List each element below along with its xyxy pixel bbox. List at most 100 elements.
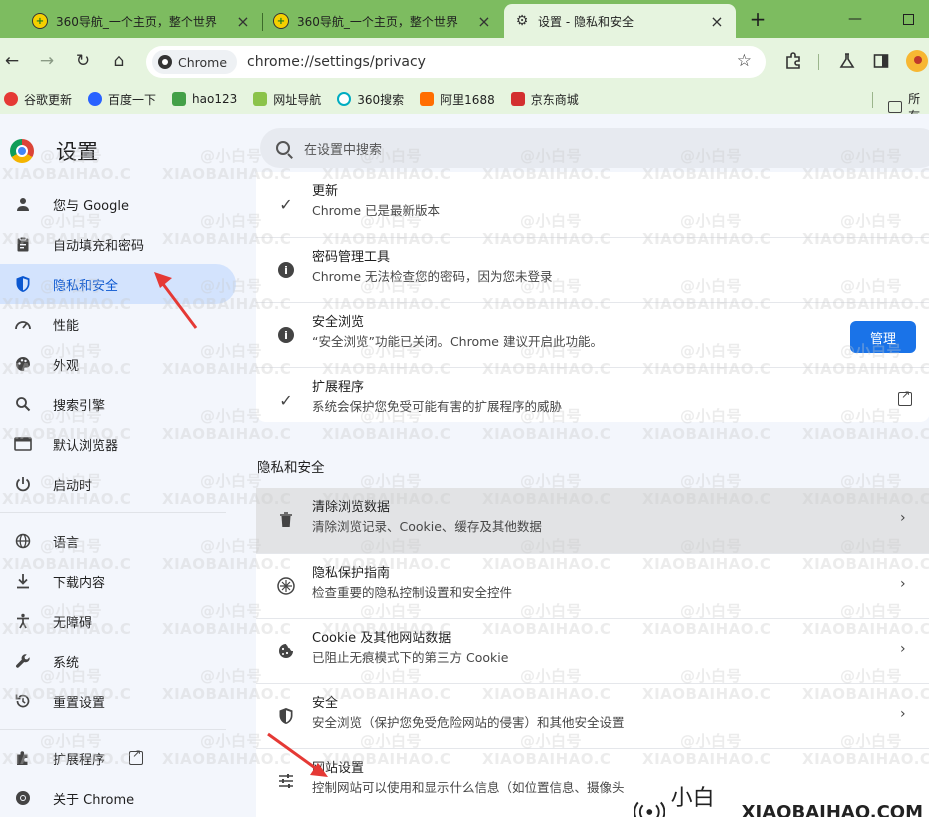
reset-icon (14, 692, 32, 710)
tab-360-1[interactable]: + 360导航_一个主页，整个世界 × (22, 4, 263, 38)
google-update-icon (4, 92, 18, 106)
section-title-privacy: 隐私和安全 (257, 460, 325, 476)
page-title: 设置 (56, 140, 98, 164)
sidebar-item-autofill[interactable]: 自动填充和密码 (0, 224, 236, 264)
privacy-row-cookies[interactable]: Cookie 及其他网站数据 已阻止无痕模式下的第三方 Cookie › (256, 618, 929, 683)
tab-360-2[interactable]: + 360导航_一个主页，整个世界 × (263, 4, 503, 38)
hao123-icon (172, 92, 187, 106)
gauge-icon (14, 315, 32, 333)
reload-icon[interactable]: ↻ (72, 50, 94, 72)
chevron-right-icon: › (900, 510, 906, 526)
sidebar-item-label: 性能 (53, 318, 80, 334)
row-title: 安全浏览 (312, 315, 365, 330)
globe-icon (14, 532, 32, 550)
close-icon[interactable]: × (475, 12, 493, 31)
tab-strip: + 360导航_一个主页，整个世界 × + 360导航_一个主页，整个世界 × … (0, 0, 929, 38)
new-tab-button[interactable]: + (746, 7, 770, 31)
row-title: 隐私保护指南 (312, 566, 391, 581)
safety-row-passwords: i 密码管理工具 Chrome 无法检查您的密码，因为您未登录 (256, 237, 929, 302)
home-icon[interactable]: ⌂ (108, 50, 130, 72)
power-icon (14, 475, 32, 493)
search-icon (276, 141, 290, 155)
safety-row-safe-browsing: i 安全浏览 “安全浏览”功能已关闭。Chrome 建议开启此功能。 管理 (256, 302, 929, 367)
bookmark-item[interactable]: 网址导航 (253, 91, 321, 108)
privacy-row-clear-browsing-data[interactable]: 清除浏览数据 清除浏览记录、Cookie、缓存及其他数据 › (256, 488, 929, 553)
maximize-icon[interactable] (898, 9, 918, 29)
side-panel-icon[interactable] (870, 50, 892, 72)
sidebar-item-accessibility[interactable]: 无障碍 (0, 601, 236, 641)
back-arrow-icon[interactable]: ← (1, 50, 23, 72)
settings-page: 设置 在设置中搜索 您与 Google 自动填充和密码 隐私和安全 性能 外观 … (0, 114, 929, 817)
bookmark-item[interactable]: hao123 (172, 92, 237, 106)
bookmark-item[interactable]: 百度一下 (88, 91, 156, 108)
settings-header: 设置 (10, 136, 98, 166)
sidebar-item-languages[interactable]: 语言 (0, 521, 236, 561)
info-icon: i (276, 325, 296, 345)
sidebar-item-about-chrome[interactable]: 关于 Chrome (0, 778, 236, 817)
row-title: 安全 (312, 696, 339, 711)
sidebar-item-performance[interactable]: 性能 (0, 304, 236, 344)
sidebar-item-downloads[interactable]: 下载内容 (0, 561, 236, 601)
address-bar[interactable]: Chrome chrome://settings/privacy ☆ (146, 46, 766, 78)
download-icon (14, 572, 32, 590)
guide-icon (276, 576, 296, 596)
bookmark-item[interactable]: 阿里1688 (420, 91, 495, 108)
sidebar-item-extensions[interactable]: 扩展程序 (0, 738, 236, 778)
sidebar-item-system[interactable]: 系统 (0, 641, 236, 681)
sidebar-item-label: 您与 Google (53, 198, 129, 214)
sidebar-item-reset[interactable]: 重置设置 (0, 681, 236, 721)
sidebar-item-label: 扩展程序 (53, 752, 106, 768)
privacy-row-security[interactable]: 安全 安全浏览（保护您免受危险网站的侵害）和其他安全设置 › (256, 683, 929, 748)
row-title: 更新 (312, 184, 339, 199)
bookmark-item[interactable]: 京东商城 (510, 91, 579, 108)
bookmark-label: 阿里1688 (440, 92, 495, 107)
chrome-logo-icon (10, 139, 34, 163)
forward-arrow-icon[interactable]: → (36, 50, 58, 72)
sidebar-item-label: 外观 (53, 358, 80, 374)
bookmark-item[interactable]: 360搜索 (337, 91, 404, 108)
shield-icon (14, 275, 32, 293)
manage-button[interactable]: 管理 (850, 321, 916, 353)
sidebar-item-default-browser[interactable]: 默认浏览器 (0, 424, 236, 464)
row-title: Cookie 及其他网站数据 (312, 631, 452, 646)
minimize-icon[interactable]: — (845, 9, 865, 29)
labs-flask-icon[interactable] (836, 50, 858, 72)
sidebar-item-label: 重置设置 (53, 695, 106, 711)
bookmark-item[interactable]: 谷歌更新 (4, 91, 72, 108)
row-title: 清除浏览数据 (312, 500, 391, 515)
chevron-right-icon: › (900, 706, 906, 722)
site-info-chip[interactable]: Chrome (152, 50, 238, 74)
sidebar-item-search-engine[interactable]: 搜索引擎 (0, 384, 236, 424)
shield-icon (276, 706, 296, 726)
close-icon[interactable]: × (708, 12, 726, 31)
privacy-row-privacy-guide[interactable]: 隐私保护指南 检查重要的隐私控制设置和安全控件 › (256, 553, 929, 618)
sidebar-item-on-startup[interactable]: 启动时 (0, 464, 236, 504)
profile-avatar[interactable] (906, 50, 928, 72)
check-icon: ✓ (279, 194, 293, 214)
sidebar-item-appearance[interactable]: 外观 (0, 344, 236, 384)
open-in-new-icon[interactable] (898, 388, 912, 406)
bookmark-star-icon[interactable]: ☆ (737, 51, 752, 71)
bookmark-label: hao123 (192, 92, 238, 106)
bookmark-label: 360搜索 (357, 92, 405, 107)
sidebar-item-you-and-google[interactable]: 您与 Google (0, 184, 236, 224)
sidebar-divider (0, 729, 226, 730)
tab-title: 设置 - 隐私和安全 (538, 14, 634, 29)
search-input[interactable]: 在设置中搜索 (304, 139, 382, 158)
sidebar-item-label: 系统 (53, 655, 80, 671)
tab-settings-privacy[interactable]: ⚙ 设置 - 隐私和安全 × (504, 4, 736, 38)
sidebar-item-label: 自动填充和密码 (53, 238, 145, 254)
extensions-puzzle-icon[interactable] (782, 50, 804, 72)
close-icon[interactable]: × (234, 12, 252, 31)
settings-sidebar: 您与 Google 自动填充和密码 隐私和安全 性能 外观 搜索引擎 默认浏览器… (0, 184, 250, 817)
settings-search[interactable]: 在设置中搜索 (260, 128, 929, 168)
row-subtitle: Chrome 无法检查您的密码，因为您未登录 (312, 269, 553, 284)
url-text[interactable]: chrome://settings/privacy (247, 54, 426, 70)
open-in-new-icon (129, 747, 144, 765)
clipboard-icon (14, 235, 32, 253)
jd-icon (510, 92, 525, 106)
puzzle-icon (14, 749, 32, 767)
row-subtitle: “安全浏览”功能已关闭。Chrome 建议开启此功能。 (312, 334, 603, 349)
baidu-paw-icon (88, 92, 103, 106)
sidebar-item-privacy-security[interactable]: 隐私和安全 (0, 264, 236, 304)
